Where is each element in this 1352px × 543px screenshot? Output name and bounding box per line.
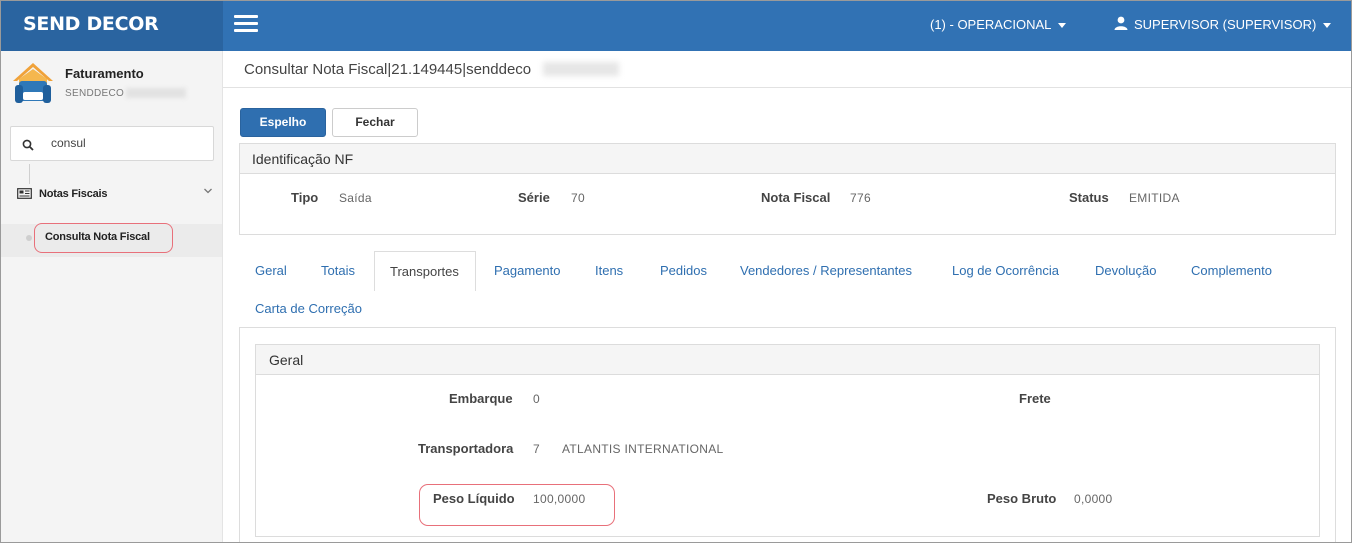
- sidebar-item-consulta-nota-fiscal[interactable]: Consulta Nota Fiscal: [1, 224, 222, 257]
- user-menu[interactable]: SUPERVISOR (SUPERVISOR): [1114, 1, 1332, 47]
- status-label: Status: [1069, 190, 1109, 205]
- tab-pagamento[interactable]: Pagamento: [494, 263, 561, 278]
- frete-label: Frete: [1019, 391, 1051, 406]
- identificacao-nf-panel: Identificação NF: [239, 143, 1336, 235]
- tipo-label: Tipo: [291, 190, 319, 205]
- serie-value: 70: [571, 191, 585, 205]
- user-icon: [1114, 16, 1128, 30]
- sofa-house-icon: [13, 63, 53, 103]
- peso-liquido-label: Peso Líquido: [433, 491, 515, 506]
- serie-label: Série: [518, 190, 550, 205]
- fechar-button[interactable]: Fechar: [332, 108, 418, 137]
- user-menu-label: SUPERVISOR (SUPERVISOR): [1134, 17, 1317, 32]
- caret-down-icon: [1323, 23, 1332, 29]
- embarque-value: 0: [533, 392, 540, 406]
- tab-log-ocorrencia[interactable]: Log de Ocorrência: [952, 263, 1059, 278]
- tab-carta-correcao[interactable]: Carta de Correção: [255, 301, 362, 316]
- transportadora-label: Transportadora: [418, 441, 514, 456]
- transportadora-code: 7: [533, 442, 540, 456]
- search-input[interactable]: [51, 136, 201, 150]
- embarque-label: Embarque: [449, 391, 513, 406]
- context-menu-label: (1) - OPERACIONAL: [930, 17, 1052, 32]
- newspaper-icon: [17, 188, 32, 199]
- app-organization: SENDDECO: [65, 88, 187, 99]
- sidebar: Faturamento SENDDECO Notas Fiscais: [1, 51, 223, 542]
- peso-bruto-value: 0,0000: [1074, 492, 1113, 506]
- caret-down-icon: [1058, 23, 1067, 29]
- nota-fiscal-label: Nota Fiscal: [761, 190, 831, 205]
- tree-dot: [26, 235, 32, 241]
- peso-liquido-value: 100,0000: [533, 492, 586, 506]
- geral-panel: Geral: [255, 344, 1320, 537]
- tab-totais[interactable]: Totais: [321, 263, 355, 278]
- tipo-value: Saída: [339, 191, 372, 205]
- transportadora-name: ATLANTIS INTERNATIONAL: [562, 442, 724, 456]
- search-icon: [22, 139, 34, 151]
- context-menu[interactable]: (1) - OPERACIONAL: [930, 1, 1067, 47]
- page-title: Consultar Nota Fiscal|21.149445|senddeco: [244, 61, 532, 78]
- status-value: EMITIDA: [1129, 191, 1180, 205]
- tree-connector: [29, 164, 30, 184]
- panel-heading: Geral: [256, 345, 1319, 375]
- tab-complemento[interactable]: Complemento: [1191, 263, 1272, 278]
- page-header: Consultar Nota Fiscal|21.149445|senddeco: [223, 51, 1351, 88]
- nota-fiscal-value: 776: [850, 191, 871, 205]
- tab-itens[interactable]: Itens: [595, 263, 623, 278]
- top-navbar: SEND DECOR (1) - OPERACIONAL SUPERVISOR …: [1, 1, 1351, 51]
- tab-pedidos[interactable]: Pedidos: [660, 263, 707, 278]
- sidebar-group-label: Notas Fiscais: [39, 188, 108, 200]
- tab-vendedores[interactable]: Vendedores / Representantes: [740, 263, 912, 278]
- brand-logo[interactable]: SEND DECOR: [1, 1, 223, 51]
- search-box[interactable]: [10, 126, 214, 161]
- tab-transportes[interactable]: Transportes: [374, 251, 476, 291]
- sidebar-item-label: Consulta Nota Fiscal: [45, 231, 150, 243]
- menu-icon[interactable]: [234, 15, 258, 33]
- tab-devolucao[interactable]: Devolução: [1095, 263, 1156, 278]
- tab-geral[interactable]: Geral: [255, 263, 287, 278]
- sidebar-group-notas-fiscais[interactable]: Notas Fiscais: [1, 178, 222, 210]
- espelho-button[interactable]: Espelho: [240, 108, 326, 137]
- peso-bruto-label: Peso Bruto: [987, 491, 1057, 506]
- chevron-down-icon[interactable]: [203, 187, 213, 195]
- redacted-text: [543, 62, 619, 76]
- app-window: SEND DECOR (1) - OPERACIONAL SUPERVISOR …: [0, 0, 1352, 543]
- panel-heading: Identificação NF: [240, 144, 1335, 174]
- app-name: Faturamento: [65, 66, 144, 81]
